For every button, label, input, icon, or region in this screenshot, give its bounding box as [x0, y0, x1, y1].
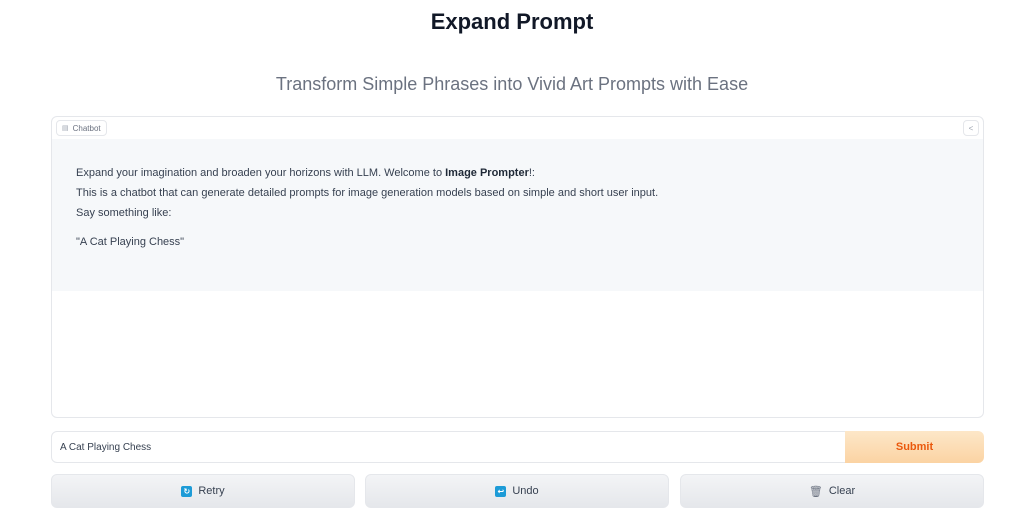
message-line-1: Expand your imagination and broaden your… [76, 163, 961, 183]
message-line-1-suffix: !: [528, 167, 535, 179]
submit-button[interactable]: Submit [845, 431, 984, 463]
clear-button[interactable]: 🗑 Clear [680, 474, 984, 508]
share-icon[interactable]: < [963, 120, 979, 136]
input-row: Submit [51, 431, 984, 463]
page-subtitle: Transform Simple Phrases into Vivid Art … [275, 74, 749, 94]
chat-icon: ▤ [62, 125, 69, 132]
undo-button[interactable]: ↩ Undo [365, 474, 669, 508]
action-buttons: ↻ Retry ↩ Undo 🗑 Clear [51, 474, 984, 508]
prompt-input[interactable] [51, 431, 846, 463]
message-line-2: This is a chatbot that can generate deta… [76, 187, 659, 199]
app-root: Expand Prompt Transform Simple Phrases i… [0, 0, 1024, 528]
undo-icon: ↩ [495, 485, 507, 497]
retry-label: Retry [198, 485, 225, 497]
retry-icon: ↻ [181, 485, 193, 497]
bot-message: Expand your imagination and broaden your… [52, 139, 983, 291]
chatbot-label: ▤ Chatbot [56, 120, 107, 136]
message-line-1-prefix: Expand your imagination and broaden your… [76, 167, 446, 179]
page-title: Expand Prompt [430, 9, 594, 34]
message-example: "A Cat Playing Chess" [76, 236, 185, 248]
retry-button[interactable]: ↻ Retry [51, 474, 355, 508]
undo-label: Undo [512, 485, 539, 497]
clear-label: Clear [828, 485, 856, 497]
chatbot-label-text: Chatbot [72, 123, 101, 133]
trash-icon: 🗑 [808, 485, 823, 498]
message-app-name: Image Prompter [445, 167, 529, 179]
message-line-3: Say something like: [76, 207, 172, 219]
chatbot-panel[interactable]: ▤ Chatbot < Expand your imagination and … [51, 116, 984, 418]
